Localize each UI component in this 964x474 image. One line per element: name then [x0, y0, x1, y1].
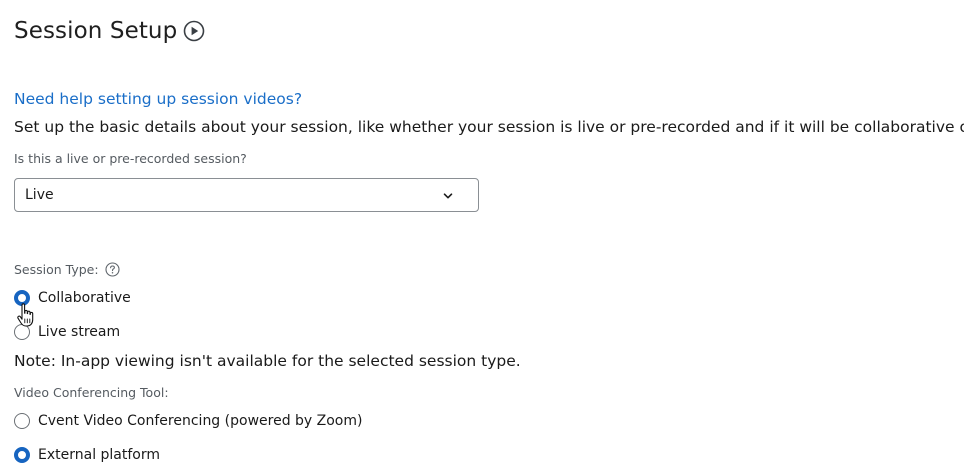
collaborative-label: Collaborative	[38, 290, 131, 306]
video-tool-option-external[interactable]: External platform	[14, 447, 160, 463]
help-session-videos-link[interactable]: Need help setting up session videos?	[14, 90, 302, 108]
page-title: Session Setup	[14, 18, 178, 44]
session-type-note: Note: In-app viewing isn't available for…	[14, 352, 521, 370]
question-circle-icon[interactable]	[105, 262, 120, 277]
cvent-video-label: Cvent Video Conferencing (powered by Zoo…	[38, 413, 363, 429]
collaborative-radio[interactable]	[14, 290, 30, 306]
video-tool-option-cvent[interactable]: Cvent Video Conferencing (powered by Zoo…	[14, 413, 362, 429]
title-row: Session Setup	[14, 18, 205, 44]
chevron-down-icon	[442, 190, 454, 202]
session-mode-select[interactable]: Live	[14, 178, 479, 212]
play-circle-icon[interactable]	[183, 20, 205, 42]
session-mode-label: Is this a live or pre-recorded session?	[14, 151, 247, 166]
live-stream-label: Live stream	[38, 324, 121, 340]
session-type-option-collaborative[interactable]: Collaborative	[14, 290, 131, 306]
live-stream-radio[interactable]	[14, 324, 30, 340]
session-type-label-row: Session Type:	[14, 262, 120, 277]
external-platform-radio[interactable]	[14, 447, 30, 463]
cvent-video-radio[interactable]	[14, 413, 30, 429]
session-mode-selected-value: Live	[25, 187, 54, 203]
external-platform-label: External platform	[38, 447, 161, 463]
session-description: Set up the basic details about your sess…	[14, 118, 964, 136]
session-type-option-live-stream[interactable]: Live stream	[14, 324, 120, 340]
session-setup-page: Session Setup Need help setting up sessi…	[0, 0, 964, 474]
video-tool-label: Video Conferencing Tool:	[14, 385, 169, 400]
session-type-label: Session Type:	[14, 262, 99, 277]
